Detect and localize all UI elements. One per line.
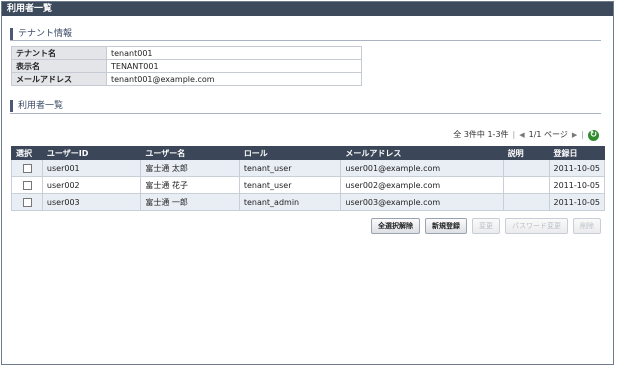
action-buttons: 全選択解除 新規登録 変更 パスワード変更 削除 — [371, 218, 601, 234]
pager: 全 3件中 1-3件 | ◀ 1/1 ページ ▶ | ↻ — [453, 129, 599, 141]
description-cell — [502, 193, 550, 211]
column-header-select[interactable]: 選択 — [11, 146, 43, 160]
user-section-heading: 利用者一覧 — [10, 100, 63, 112]
display-name-label: 表示名 — [11, 59, 107, 73]
select-all-clear-button[interactable]: 全選択解除 — [371, 218, 420, 234]
window-title: 利用者一覧 — [2, 2, 613, 16]
tenant-name-value: tenant001 — [106, 46, 362, 60]
row-checkbox[interactable] — [23, 163, 32, 173]
user-id-cell: user002 — [41, 176, 142, 194]
column-header-date[interactable]: 登録日 — [548, 146, 605, 160]
role-cell: tenant_user — [238, 176, 342, 194]
delete-button[interactable]: 削除 — [573, 218, 601, 234]
user-id-cell: user003 — [41, 193, 142, 211]
tenant-info-row: 表示名 TENANT001 — [11, 59, 362, 73]
email-cell: user001@example.com — [340, 159, 504, 177]
display-name-value: TENANT001 — [106, 59, 362, 73]
email-cell: user002@example.com — [340, 176, 504, 194]
email-cell: user003@example.com — [340, 193, 504, 211]
column-header-user-name[interactable]: ユーザー名 — [140, 146, 240, 160]
change-button[interactable]: 変更 — [472, 218, 500, 234]
select-cell — [11, 176, 43, 194]
column-header-description[interactable]: 説明 — [502, 146, 550, 160]
pager-separator: | — [581, 130, 584, 139]
prev-page-icon[interactable]: ◀ — [519, 129, 524, 141]
next-page-icon[interactable]: ▶ — [572, 129, 577, 141]
table-row[interactable]: user001 富士通 太郎 tenant_user user001@examp… — [11, 159, 605, 177]
table-row[interactable]: user003 富士通 一郎 tenant_admin user003@exam… — [11, 193, 605, 211]
user-section-divider — [10, 113, 601, 114]
user-table: 選択 ユーザーID ユーザー名 ロール メールアドレス 説明 登録日 user0… — [11, 146, 605, 211]
row-checkbox[interactable] — [23, 197, 32, 207]
user-name-cell: 富士通 花子 — [140, 176, 240, 194]
tenant-section-heading: テナント情報 — [10, 28, 72, 40]
user-name-cell: 富士通 太郎 — [140, 159, 240, 177]
tenant-section-divider — [10, 40, 601, 41]
password-change-button[interactable]: パスワード変更 — [505, 218, 568, 234]
user-name-cell: 富士通 一郎 — [140, 193, 240, 211]
user-id-cell: user001 — [41, 159, 142, 177]
window: 利用者一覧 テナント情報 テナント名 tenant001 表示名 TENANT0… — [1, 1, 614, 365]
tenant-info-row: テナント名 tenant001 — [11, 46, 362, 60]
tenant-info-row: メールアドレス tenant001@example.com — [11, 72, 362, 86]
date-cell: 2011-10-05 — [548, 193, 605, 211]
pager-page: 1/1 ページ — [528, 130, 568, 139]
tenant-name-label: テナント名 — [11, 46, 107, 60]
pager-summary: 全 3件中 1-3件 — [453, 130, 509, 139]
description-cell — [502, 159, 550, 177]
user-table-header: 選択 ユーザーID ユーザー名 ロール メールアドレス 説明 登録日 — [11, 146, 605, 160]
column-header-role[interactable]: ロール — [238, 146, 342, 160]
tenant-email-label: メールアドレス — [11, 72, 107, 86]
column-header-user-id[interactable]: ユーザーID — [41, 146, 142, 160]
date-cell: 2011-10-05 — [548, 176, 605, 194]
pager-separator: | — [512, 130, 516, 139]
tenant-info-table: テナント名 tenant001 表示名 TENANT001 メールアドレス te… — [11, 46, 362, 86]
description-cell — [502, 176, 550, 194]
date-cell: 2011-10-05 — [548, 159, 605, 177]
refresh-icon[interactable]: ↻ — [588, 129, 599, 141]
role-cell: tenant_user — [238, 159, 342, 177]
select-cell — [11, 193, 43, 211]
tenant-email-value: tenant001@example.com — [106, 72, 362, 86]
role-cell: tenant_admin — [238, 193, 342, 211]
table-row[interactable]: user002 富士通 花子 tenant_user user002@examp… — [11, 176, 605, 194]
row-checkbox[interactable] — [23, 180, 32, 190]
new-register-button[interactable]: 新規登録 — [425, 218, 467, 234]
column-header-email[interactable]: メールアドレス — [340, 146, 504, 160]
select-cell — [11, 159, 43, 177]
